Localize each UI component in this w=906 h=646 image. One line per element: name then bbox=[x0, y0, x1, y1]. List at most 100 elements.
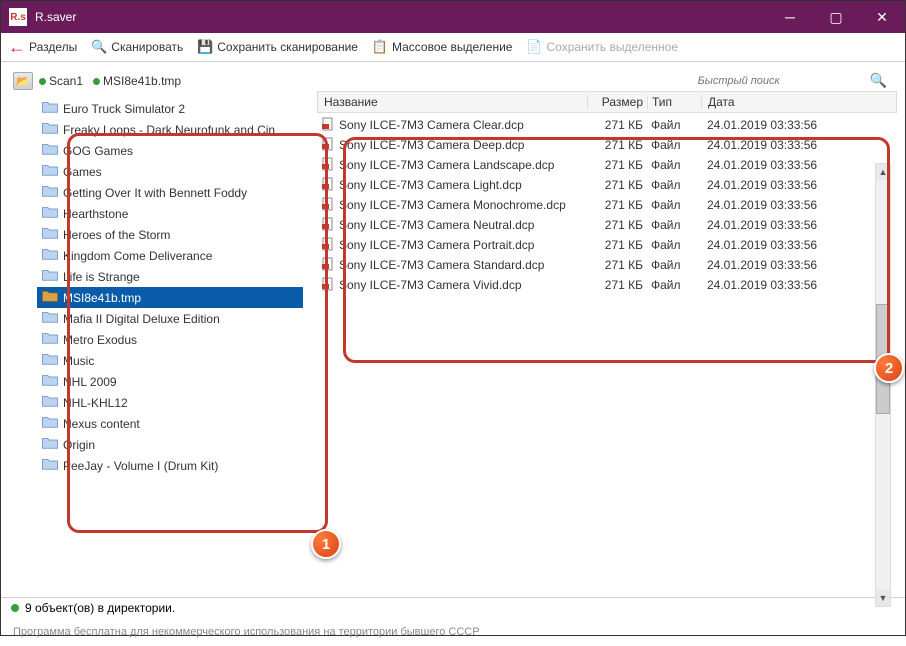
scan-button[interactable]: 🔍 Сканировать bbox=[91, 39, 183, 55]
folder-icon bbox=[41, 247, 59, 264]
table-row[interactable]: Sony ILCE-7M3 Camera Light.dcp271 КБФайл… bbox=[317, 175, 897, 195]
header-name[interactable]: Название bbox=[318, 95, 588, 109]
folder-tree[interactable]: Euro Truck Simulator 2Freaky Loops - Dar… bbox=[9, 92, 309, 589]
folder-icon bbox=[41, 142, 59, 159]
tree-item-label: MSI8e41b.tmp bbox=[63, 291, 141, 305]
tree-item[interactable]: Hearthstone bbox=[37, 203, 303, 224]
header-size[interactable]: Размер bbox=[588, 95, 648, 109]
tree-item[interactable]: PeeJay - Volume I (Drum Kit) bbox=[37, 455, 303, 476]
file-type: Файл bbox=[647, 198, 701, 212]
tree-item[interactable]: Games bbox=[37, 161, 303, 182]
status-dot-icon bbox=[39, 78, 46, 85]
tree-item[interactable]: GOG Games bbox=[37, 140, 303, 161]
file-name: Sony ILCE-7M3 Camera Light.dcp bbox=[339, 178, 522, 192]
toolbar: ← Разделы 🔍 Сканировать 💾 Сохранить скан… bbox=[1, 33, 905, 62]
table-row[interactable]: Sony ILCE-7M3 Camera Clear.dcp271 КБФайл… bbox=[317, 115, 897, 135]
scan-label: Сканировать bbox=[111, 40, 183, 54]
tree-item[interactable]: Freaky Loops - Dark Neurofunk and Cin bbox=[37, 119, 303, 140]
table-row[interactable]: Sony ILCE-7M3 Camera Portrait.dcp271 КБФ… bbox=[317, 235, 897, 255]
tree-item-label: Games bbox=[63, 165, 102, 179]
file-name: Sony ILCE-7M3 Camera Portrait.dcp bbox=[339, 238, 534, 252]
tab-tmp-label: MSI8e41b.tmp bbox=[103, 74, 181, 88]
table-row[interactable]: Sony ILCE-7M3 Camera Monochrome.dcp271 К… bbox=[317, 195, 897, 215]
maximize-button[interactable]: ▢ bbox=[813, 1, 859, 33]
file-name: Sony ILCE-7M3 Camera Landscape.dcp bbox=[339, 158, 554, 172]
folder-icon bbox=[41, 373, 59, 390]
close-button[interactable]: ✕ bbox=[859, 1, 905, 33]
right-panel: 🔍 Название Размер Тип Дата Sony ILCE-7M3… bbox=[317, 70, 897, 589]
file-type: Файл bbox=[647, 258, 701, 272]
table-row[interactable]: Sony ILCE-7M3 Camera Landscape.dcp271 КБ… bbox=[317, 155, 897, 175]
back-arrow-icon: ← bbox=[9, 39, 25, 55]
table-row[interactable]: Sony ILCE-7M3 Camera Vivid.dcp271 КБФайл… bbox=[317, 275, 897, 295]
header-type[interactable]: Тип bbox=[648, 95, 702, 109]
file-date: 24.01.2019 03:33:56 bbox=[701, 118, 897, 132]
tree-item[interactable]: NHL-KHL12 bbox=[37, 392, 303, 413]
folder-icon bbox=[41, 100, 59, 117]
table-row[interactable]: Sony ILCE-7M3 Camera Neutral.dcp 271 КБФа… bbox=[317, 215, 897, 235]
tree-item-label: Origin bbox=[63, 438, 95, 452]
tree-item-label: Mafia II Digital Deluxe Edition bbox=[63, 312, 220, 326]
file-type: Файл bbox=[647, 218, 701, 232]
tree-item-label: Nexus content bbox=[63, 417, 140, 431]
tree-item[interactable]: Metro Exodus bbox=[37, 329, 303, 350]
table-row[interactable]: Sony ILCE-7M3 Camera Standard.dcp271 КБФ… bbox=[317, 255, 897, 275]
tree-item[interactable]: Life is Strange bbox=[37, 266, 303, 287]
footer-text: Программа бесплатна для некоммерческого … bbox=[1, 618, 905, 646]
header-date[interactable]: Дата bbox=[702, 95, 896, 109]
file-grid[interactable]: Sony ILCE-7M3 Camera Clear.dcp271 КБФайл… bbox=[317, 113, 897, 295]
tree-item[interactable]: Music bbox=[37, 350, 303, 371]
grid-header[interactable]: Название Размер Тип Дата bbox=[317, 91, 897, 113]
file-icon bbox=[321, 177, 335, 194]
tree-item[interactable]: Heroes of the Storm bbox=[37, 224, 303, 245]
file-name: Sony ILCE-7M3 Camera Neutral.dcp bbox=[339, 218, 534, 232]
folder-icon bbox=[41, 205, 59, 222]
tab-scan[interactable]: Scan1 bbox=[39, 74, 83, 88]
tree-item[interactable]: Mafia II Digital Deluxe Edition bbox=[37, 308, 303, 329]
tree-item-label: Music bbox=[63, 354, 94, 368]
tree-item-label: Life is Strange bbox=[63, 270, 140, 284]
save-selected-button[interactable]: 📄 Сохранить выделенное bbox=[526, 39, 678, 55]
tab-scan-label: Scan1 bbox=[49, 74, 83, 88]
tree-item[interactable]: MSI8e41b.tmp bbox=[37, 287, 303, 308]
tree-item[interactable]: Getting Over It with Bennett Foddy bbox=[37, 182, 303, 203]
window-title: R.saver bbox=[35, 10, 767, 24]
scroll-down-button[interactable]: ▼ bbox=[876, 590, 890, 606]
file-icon bbox=[321, 257, 335, 274]
scroll-up-button[interactable]: ▲ bbox=[876, 164, 890, 180]
table-row[interactable]: Sony ILCE-7M3 Camera Deep.dcp271 КБФайл2… bbox=[317, 135, 897, 155]
tab-navigator-icon[interactable]: 📂 bbox=[13, 72, 33, 90]
tree-item-label: GOG Games bbox=[63, 144, 133, 158]
save-scan-button[interactable]: 💾 Сохранить сканирование bbox=[197, 39, 358, 55]
tree-item[interactable]: NHL 2009 bbox=[37, 371, 303, 392]
file-type: Файл bbox=[647, 178, 701, 192]
file-name: Sony ILCE-7M3 Camera Deep.dcp bbox=[339, 138, 524, 152]
tree-item-label: Metro Exodus bbox=[63, 333, 137, 347]
tree-item-label: Getting Over It with Bennett Foddy bbox=[63, 186, 247, 200]
minimize-button[interactable]: ─ bbox=[767, 1, 813, 33]
file-name: Sony ILCE-7M3 Camera Vivid.dcp bbox=[339, 278, 522, 292]
file-size: 271 КБ bbox=[587, 258, 647, 272]
tree-scrollbar[interactable]: ▲ ▼ bbox=[875, 163, 891, 607]
status-indicator-icon bbox=[11, 604, 19, 612]
tab-tmp[interactable]: MSI8e41b.tmp bbox=[93, 74, 181, 88]
folder-icon bbox=[41, 121, 59, 138]
folder-icon bbox=[41, 436, 59, 453]
file-size: 271 КБ bbox=[587, 218, 647, 232]
status-text: 9 объект(ов) в директории. bbox=[25, 601, 175, 615]
partitions-button[interactable]: ← Разделы bbox=[9, 39, 77, 55]
tree-item[interactable]: Nexus content bbox=[37, 413, 303, 434]
folder-icon bbox=[41, 352, 59, 369]
tree-item[interactable]: Euro Truck Simulator 2 bbox=[37, 98, 303, 119]
tree-item[interactable]: Origin bbox=[37, 434, 303, 455]
mass-select-button[interactable]: 📋 Массовое выделение bbox=[372, 39, 513, 55]
file-icon bbox=[321, 237, 335, 254]
tree-item[interactable]: Kingdom Come Deliverance bbox=[37, 245, 303, 266]
left-panel: 📂 Scan1 MSI8e41b.tmp Euro Truck Simulato… bbox=[9, 70, 309, 589]
file-date: 24.01.2019 03:33:56 bbox=[701, 138, 897, 152]
search-icon[interactable]: 🔍 bbox=[864, 72, 893, 89]
search-input[interactable] bbox=[694, 72, 864, 89]
folder-icon bbox=[41, 289, 59, 306]
file-icon bbox=[321, 137, 335, 154]
titlebar[interactable]: R.s R.saver ─ ▢ ✕ bbox=[1, 1, 905, 33]
